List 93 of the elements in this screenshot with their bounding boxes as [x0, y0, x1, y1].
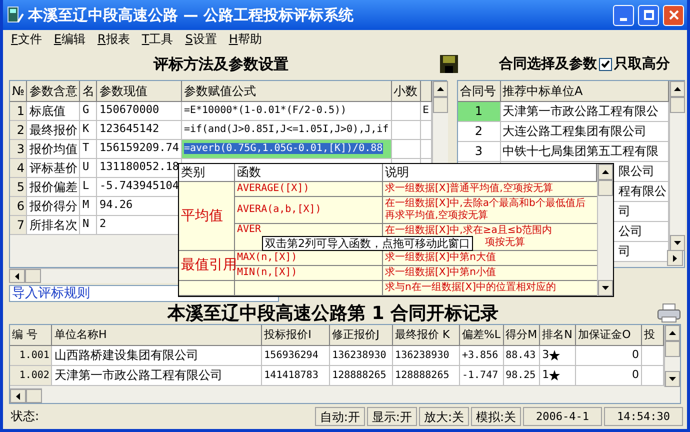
row-number: 3 — [10, 139, 27, 158]
table-cell: 公司 — [618, 224, 642, 238]
row-number: 6 — [10, 196, 27, 215]
column-header: 单位名称H — [52, 325, 262, 345]
table-cell: K — [80, 120, 97, 139]
column-header: 最终报价 K — [392, 325, 460, 345]
column-header: 得分M — [503, 325, 540, 345]
table-cell: 0 — [576, 365, 642, 385]
column-header: 参数含意 — [26, 81, 80, 101]
row-number: 1 — [10, 101, 27, 120]
table-cell: 山西路桥建设集团有限公司 — [52, 345, 262, 365]
function-description: 求一组数据[X]普通平均值,空项按无算 — [385, 183, 553, 195]
column-header: 合同号 — [458, 81, 500, 101]
table-cell: T — [80, 139, 97, 158]
table-cell: 123645142 — [96, 120, 182, 139]
column-header: 加保证金O — [576, 325, 642, 345]
function-description: 求与n在一组数据[X]中的位置相对应的 — [385, 282, 556, 294]
status-field: 状态: — [7, 406, 313, 426]
function-description: 求一组数据[X]中第n大值 — [385, 252, 496, 264]
table-cell: 中铁十七局集团第五工程有限 — [502, 144, 658, 158]
table-cell: 报价偏差 — [26, 177, 80, 196]
function-description: 求一组数据[X]中第n小值 — [385, 267, 496, 279]
section-title: 合同选择及参数 — [499, 54, 597, 74]
rank-text: 1 — [542, 366, 550, 383]
table-cell: 标底值 — [26, 101, 80, 120]
column-header: 名 — [80, 81, 97, 101]
records-title: 本溪至辽中段高速公路第 1 合同开标记录 — [166, 302, 500, 326]
table-cell: 司 — [618, 244, 630, 258]
table-cell: 141418783 — [262, 365, 330, 385]
column-header: 参数现值 — [96, 81, 182, 101]
column-header: № — [10, 81, 27, 101]
row-number: 1.001 — [10, 345, 52, 365]
table-cell: 128888265 — [330, 365, 393, 385]
function-description: 在一组数据[X]中,求在≥a且≤b范围内 — [385, 225, 552, 236]
table-cell: 天津第一市政公路工程有限公 — [502, 104, 658, 118]
column-header: 函数 — [235, 164, 383, 181]
table-cell: 报价均值 — [26, 139, 80, 158]
table-cell: 评标基价 — [26, 158, 80, 177]
table-cell: 天津第一市政公路工程有限公司 — [52, 365, 262, 385]
column-header: 说明 — [383, 164, 597, 181]
table-cell: 98.25 — [503, 365, 540, 385]
table-cell: -1.747 — [459, 365, 504, 385]
column-header: 编 号 — [10, 325, 52, 345]
table-cell: 程有限公 — [618, 184, 666, 198]
row-number: 7 — [10, 215, 27, 234]
table-cell: 0 — [576, 345, 642, 365]
status-field: 模拟:关 — [470, 406, 522, 426]
table-cell: L — [80, 177, 97, 196]
column-header: 修正报价J — [330, 325, 393, 345]
column-header: 参数赋值公式 — [181, 81, 392, 101]
table-cell: 88.43 — [503, 345, 540, 365]
column-header: 投标报价I — [262, 325, 330, 345]
column-header: 小数 — [391, 81, 420, 101]
status-field: 放大:关 — [418, 406, 469, 426]
function-description: 在一组数据[X]中,去除a个最高和b个最低值后再求平均值,空项按无算 — [385, 198, 586, 222]
table-cell: 限公司 — [618, 164, 654, 178]
status-field: 自动:开 — [314, 406, 365, 426]
table-cell: 150670000 — [96, 101, 182, 120]
table-cell: 报价得分 — [26, 196, 80, 215]
table-cell: N — [80, 215, 97, 234]
column-header: 投 — [642, 325, 664, 345]
table-cell: 136238930 — [392, 345, 460, 365]
tooltip: 双击第2列可导入函数，点拖可移动此窗口 — [262, 236, 473, 251]
rank-text: 3 — [542, 346, 550, 363]
status-field: 14:54:30 — [604, 406, 683, 426]
category-label: 平均值 — [181, 206, 223, 226]
row-number: 2 — [10, 120, 27, 139]
column-header: 偏差%L — [459, 325, 504, 345]
row-number: 1.002 — [10, 365, 52, 385]
checkbox-label: 只取高分 — [614, 54, 670, 74]
table-cell: G — [80, 101, 97, 120]
status-field: 2006-4-1 — [523, 406, 602, 426]
column-header: 排名N — [540, 325, 576, 345]
column-header: 推荐中标单位A — [500, 81, 668, 101]
section-title: 评标方法及参数设置 — [152, 54, 290, 75]
table-cell: 所排名次 — [26, 215, 80, 234]
table-cell: +3.856 — [459, 345, 504, 365]
function-description: 项按无算 — [485, 237, 525, 249]
table-cell: U — [80, 158, 97, 177]
row-number: 4 — [10, 158, 27, 177]
table-cell: 128888265 — [392, 365, 460, 385]
table-cell: M — [80, 196, 97, 215]
table-cell: 136238930 — [330, 345, 393, 365]
category-label: 最值引用 — [181, 256, 237, 275]
table-cell: 司 — [618, 204, 630, 218]
row-number: 5 — [10, 177, 27, 196]
table-cell: 156936294 — [262, 345, 330, 365]
status-field: 显示:开 — [366, 406, 417, 426]
column-header: 类别 — [179, 164, 235, 181]
table-cell: 大连公路工程集团有限公司 — [502, 124, 646, 138]
window-title: 本溪至辽中段高速公路 — 公路工程投标评标系统 — [28, 4, 354, 26]
table-cell: 最终报价 — [26, 120, 80, 139]
table-cell: 156159209.74 — [96, 139, 182, 158]
